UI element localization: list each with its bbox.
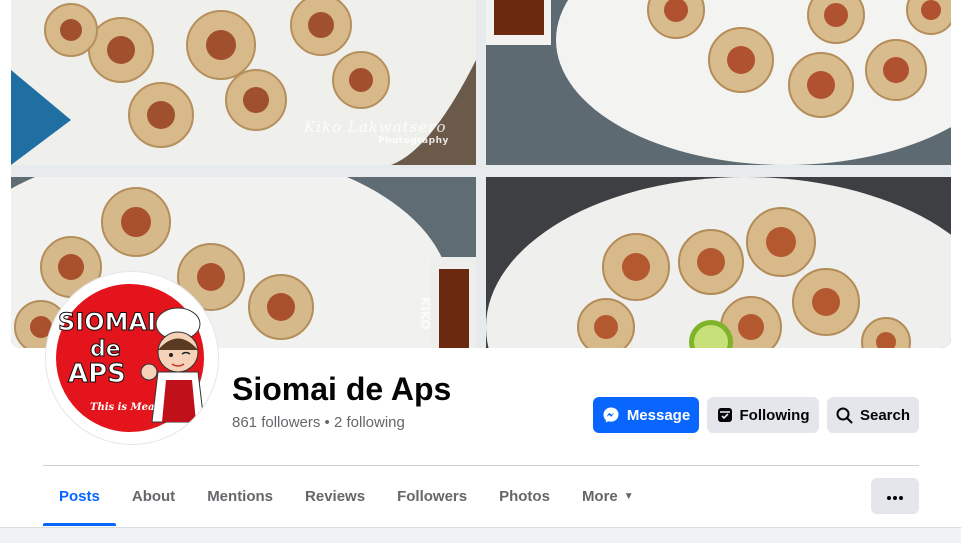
tab-label: Photos	[499, 487, 550, 505]
messenger-icon	[602, 406, 620, 424]
siomai-de-aps-logo: SIOMAI de APS This is Meat!	[50, 276, 214, 440]
page-title: Siomai de Aps	[232, 371, 452, 407]
tab-mentions[interactable]: Mentions	[191, 466, 289, 526]
following-button[interactable]: Following	[707, 397, 819, 433]
search-icon	[836, 407, 853, 424]
following-check-icon	[717, 407, 733, 423]
page-profile-picture[interactable]: SIOMAI de APS This is Meat!	[46, 272, 218, 444]
tab-posts[interactable]: Posts	[43, 466, 116, 526]
cover-photo-tile: Kiko Lakwatsero Photography	[11, 0, 476, 165]
tab-followers[interactable]: Followers	[381, 466, 483, 526]
tab-photos[interactable]: Photos	[483, 466, 566, 526]
more-options-button[interactable]	[871, 478, 919, 514]
tab-label: Followers	[397, 487, 468, 505]
following-count-link[interactable]: 2 following	[334, 414, 405, 431]
followers-count-link[interactable]: 861 followers	[232, 414, 320, 431]
following-button-label: Following	[739, 406, 810, 424]
tab-label: Mentions	[207, 487, 274, 505]
caret-down-icon: ▼	[623, 490, 634, 502]
cover-photo-tile	[486, 177, 951, 348]
message-button-label: Message	[626, 406, 691, 424]
search-button-label: Search	[859, 406, 911, 424]
tab-label: More	[581, 487, 618, 505]
ellipsis-icon	[887, 487, 903, 505]
photographer-watermark: Kiko Lakwatsero Photography	[304, 118, 449, 146]
logo-text-line1: SIOMAI	[58, 308, 156, 336]
stats-separator: •	[320, 414, 334, 431]
tab-reviews[interactable]: Reviews	[289, 466, 381, 526]
message-button[interactable]: Message	[593, 397, 699, 433]
cover-photo-tile	[486, 0, 951, 165]
tab-label: Posts	[59, 487, 100, 505]
tab-about[interactable]: About	[116, 466, 191, 526]
tab-label: Reviews	[305, 487, 366, 505]
page-follow-stats: 861 followers • 2 following	[232, 414, 405, 431]
tile-watermark: KIKO	[418, 297, 432, 330]
tab-more[interactable]: More ▼	[566, 466, 650, 526]
logo-text-line3: APS	[68, 359, 126, 389]
logo-tagline: This is Meat!	[90, 402, 163, 413]
feed-background	[0, 527, 961, 543]
page-tabs: Posts About Mentions Reviews Followers P…	[43, 466, 650, 526]
search-page-button[interactable]: Search	[827, 397, 919, 433]
tab-label: About	[131, 487, 176, 505]
